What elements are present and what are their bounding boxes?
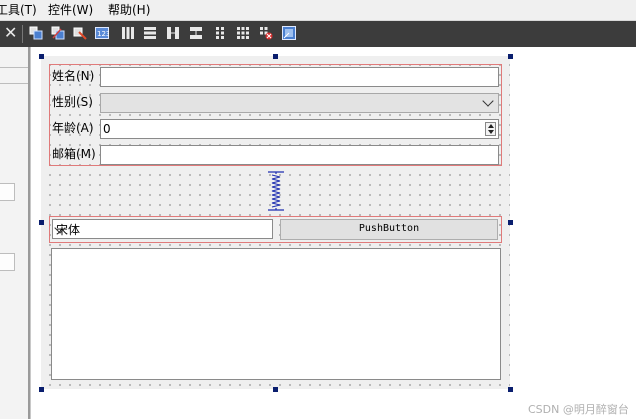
push-button[interactable]: PushButton: [280, 219, 498, 240]
arrow-down-icon[interactable]: [488, 130, 494, 134]
text-edit[interactable]: [51, 248, 501, 380]
edit-widgets-icon[interactable]: [29, 26, 43, 40]
dock-tab[interactable]: [0, 183, 15, 201]
menu-widgets[interactable]: 控件(W): [48, 2, 93, 18]
font-combo[interactable]: 宋体: [52, 219, 273, 239]
selection-handle[interactable]: [39, 220, 44, 225]
dock-divider: [0, 83, 28, 84]
email-field[interactable]: [100, 145, 499, 165]
layout-v-splitter-icon[interactable]: [189, 26, 203, 40]
layout-form-icon[interactable]: [213, 26, 227, 40]
menu-help[interactable]: 帮助(H): [108, 2, 150, 18]
age-spinbox[interactable]: 0: [100, 119, 499, 139]
menu-bar: 工具(T) 控件(W) 帮助(H): [0, 0, 636, 21]
dock-divider: [0, 67, 28, 68]
selection-handle[interactable]: [508, 220, 513, 225]
age-value: 0: [103, 122, 111, 136]
watermark: CSDN @明月醉窗台: [528, 403, 629, 416]
selection-handle[interactable]: [508, 54, 513, 59]
edit-tab-order-icon[interactable]: 123: [95, 26, 110, 40]
name-field[interactable]: [100, 67, 499, 87]
selection-handle[interactable]: [39, 54, 44, 59]
toolbar: ✕ 123: [0, 21, 636, 47]
menu-tools[interactable]: 工具(T): [0, 2, 37, 18]
layout-vertical-icon[interactable]: [143, 26, 157, 40]
selection-handle[interactable]: [508, 387, 513, 392]
chevron-down-icon: [482, 95, 494, 107]
gender-combo[interactable]: [100, 93, 499, 113]
selection-handle[interactable]: [39, 387, 44, 392]
layout-h-splitter-icon[interactable]: [166, 26, 180, 40]
spin-buttons[interactable]: [485, 122, 496, 136]
svg-text:123: 123: [97, 30, 109, 38]
toolbar-separator: [22, 25, 23, 43]
age-label: 年龄(A): [52, 121, 94, 135]
dock-tab[interactable]: [0, 253, 15, 271]
edit-signals-icon[interactable]: [51, 26, 65, 40]
left-dock-panel: [0, 47, 31, 419]
layout-horizontal-icon[interactable]: [121, 26, 135, 40]
adjust-size-icon[interactable]: [282, 26, 296, 40]
edit-buddies-icon[interactable]: [73, 26, 87, 40]
selection-handle[interactable]: [273, 387, 278, 392]
layout-grid-icon[interactable]: [236, 26, 250, 40]
vertical-spacer[interactable]: [266, 171, 286, 211]
selection-handle[interactable]: [273, 54, 278, 59]
arrow-up-icon[interactable]: [488, 124, 494, 128]
gender-label: 性别(S): [52, 95, 93, 109]
break-layout-icon[interactable]: [259, 26, 273, 40]
close-icon[interactable]: ✕: [4, 23, 17, 43]
name-label: 姓名(N): [52, 69, 95, 83]
dock-splitter[interactable]: [28, 47, 30, 419]
email-label: 邮箱(M): [52, 147, 96, 161]
